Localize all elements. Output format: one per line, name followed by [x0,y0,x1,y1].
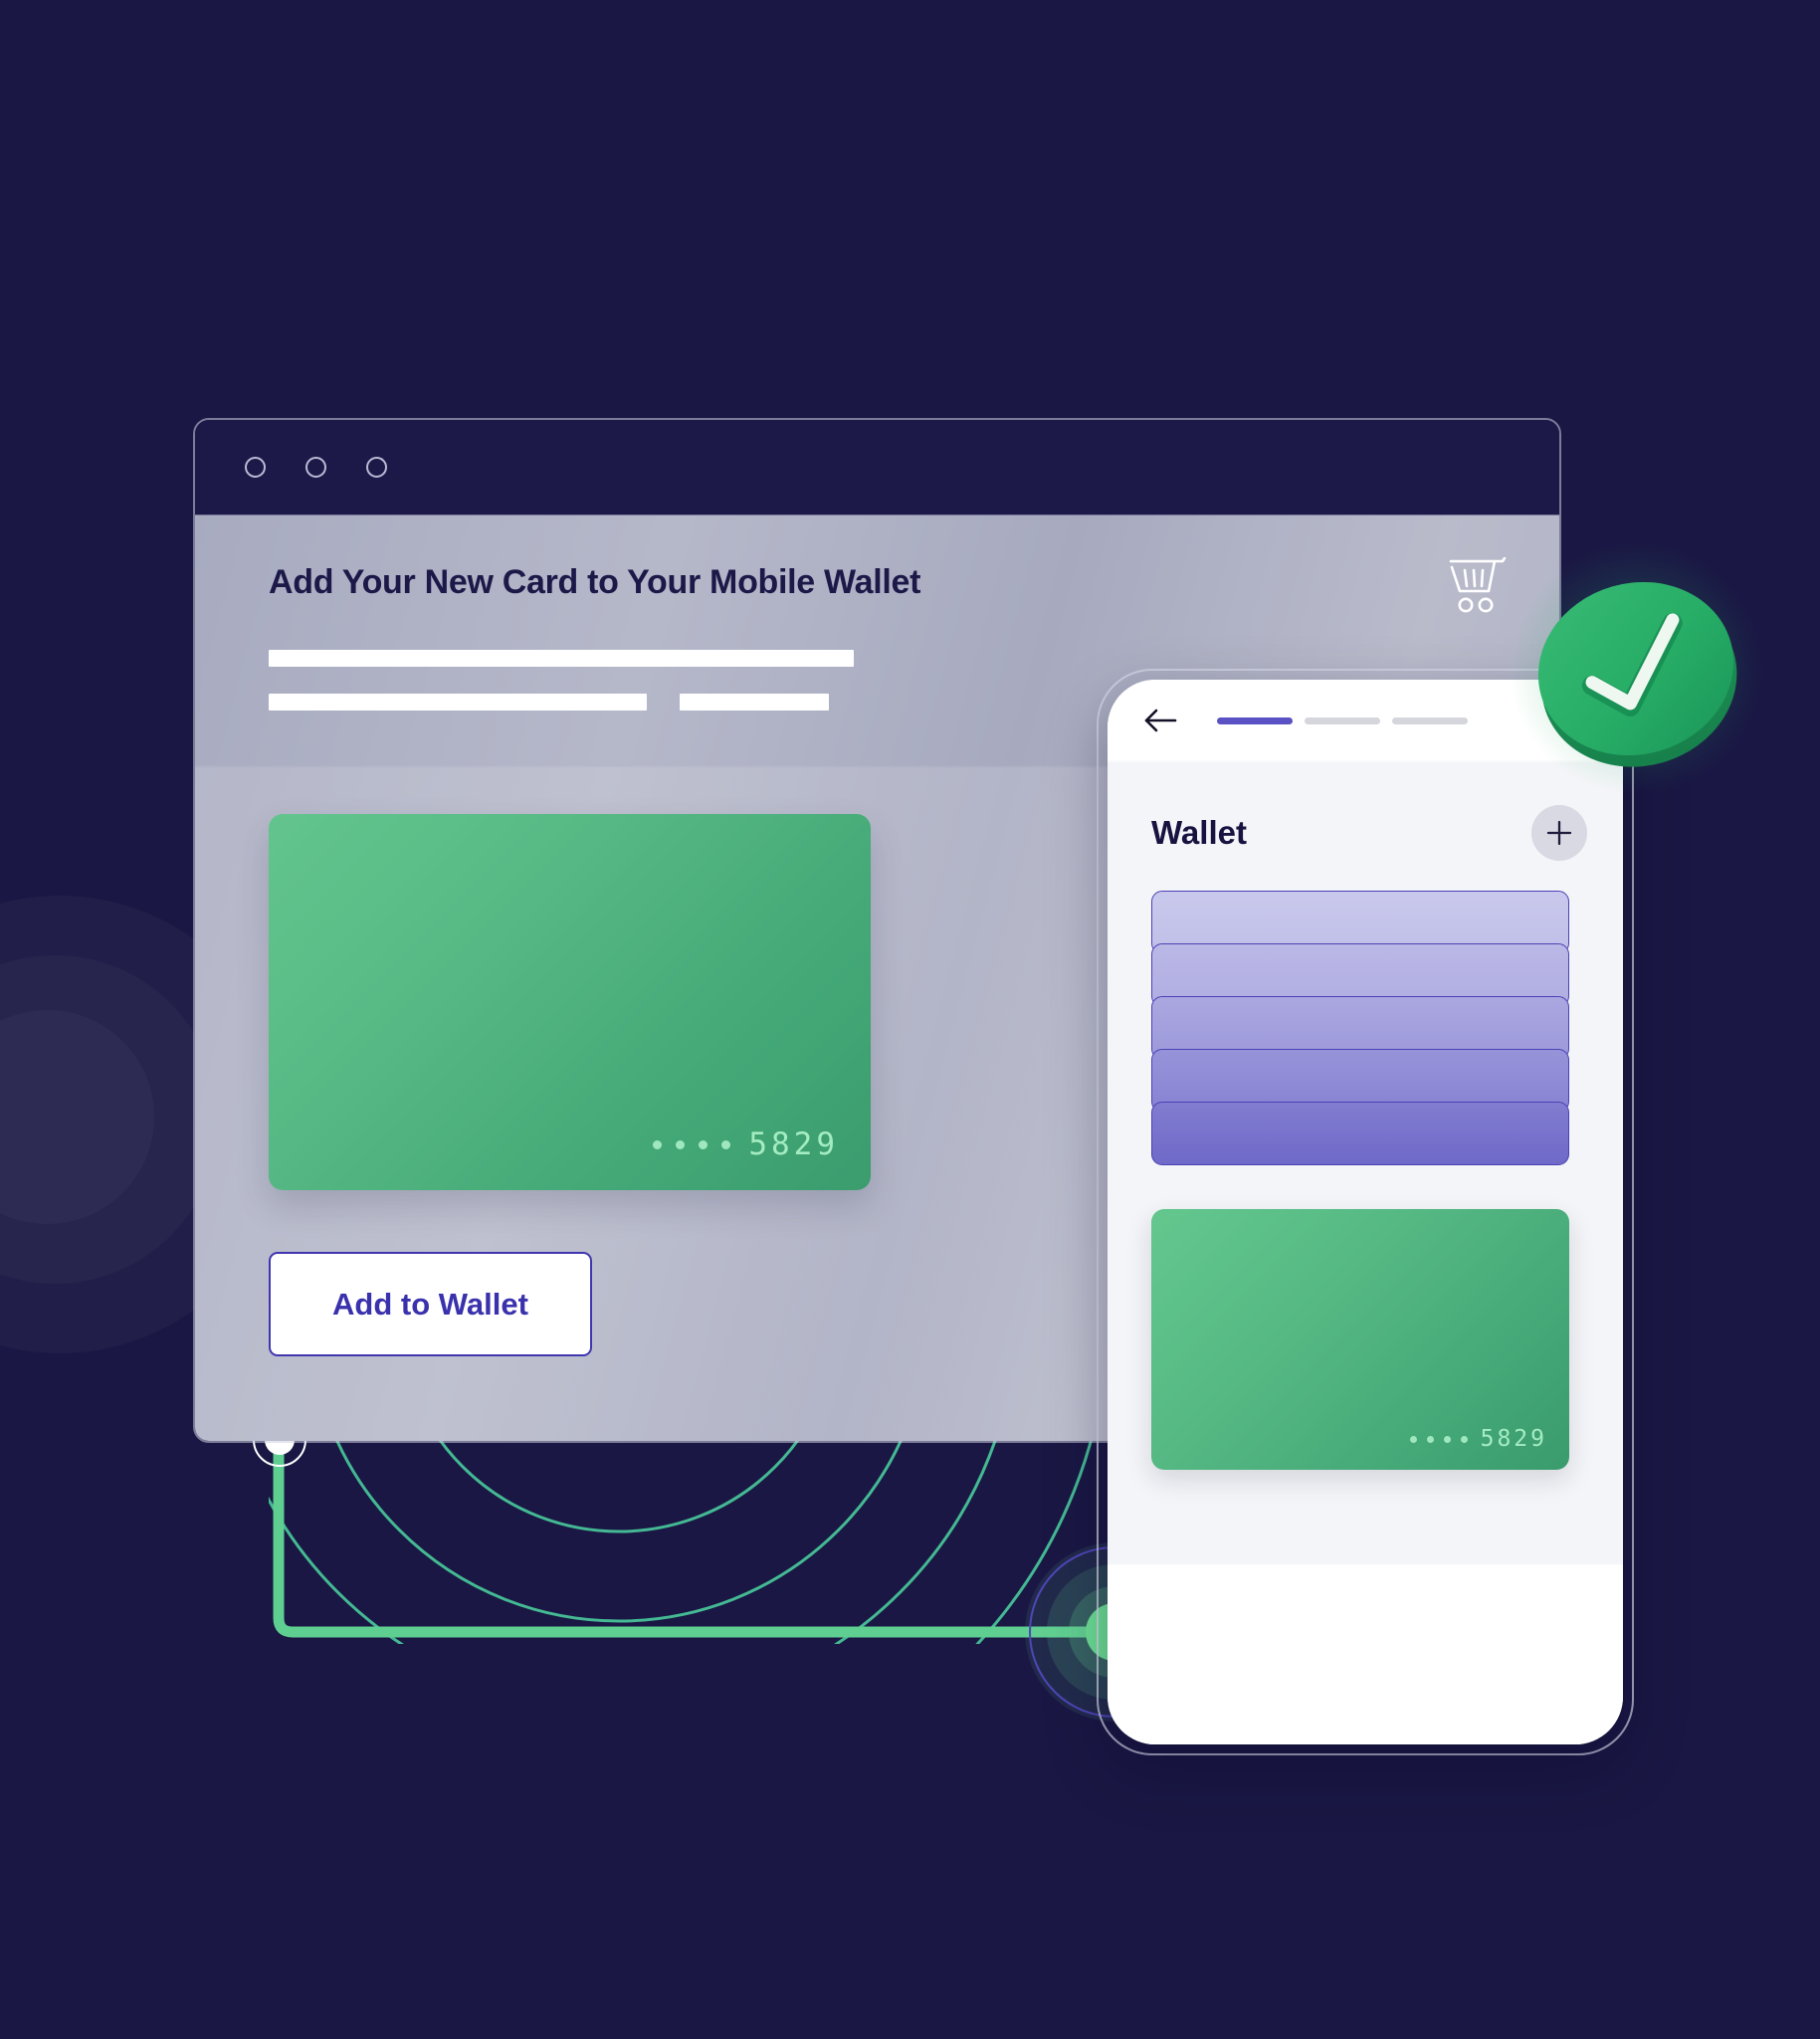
page-title: Add Your New Card to Your Mobile Wallet [269,563,921,601]
add-to-wallet-button-label: Add to Wallet [332,1286,528,1322]
skeleton-line-full [269,650,854,667]
traffic-dot-2-icon[interactable] [305,457,326,478]
progress-step-3[interactable] [1392,716,1468,724]
browser-titlebar [195,420,1559,515]
wallet-title: Wallet [1151,814,1247,851]
phone-screen: Wallet 5829 [1108,680,1623,1744]
card-last-four: 5829 [748,1126,839,1162]
traffic-dot-1-icon[interactable] [245,457,266,478]
connector-path [273,1441,1097,1638]
add-to-wallet-button[interactable]: Add to Wallet [269,1252,592,1356]
new-card-preview[interactable]: 5829 [269,814,871,1190]
skeleton-line-medium [269,694,647,711]
wallet-card-masked-dots-icon [1409,1435,1468,1443]
check-circle-badge [1537,581,1737,767]
phone-app-surface: Wallet 5829 [1108,680,1623,1744]
wallet-card-last-four: 5829 [1480,1426,1547,1452]
plus-icon [1546,820,1572,846]
wallet-card-5[interactable] [1151,1102,1569,1165]
phone-device: Wallet 5829 [1097,669,1634,1755]
shopping-cart-icon[interactable] [1448,557,1510,615]
wallet-active-card[interactable]: 5829 [1151,1209,1569,1470]
card-number-display: 5829 [653,1126,839,1162]
wallet-header: Wallet [1108,761,1623,861]
card-masked-dots-icon [653,1139,731,1149]
back-arrow-icon[interactable] [1143,708,1177,733]
wallet-card-number-display: 5829 [1409,1426,1547,1452]
progress-step-2[interactable] [1305,716,1380,724]
add-card-button[interactable] [1531,805,1587,861]
illustration-canvas: Add Your New Card to Your Mobile Wallet [0,0,1820,2039]
onboarding-progress [1217,716,1468,724]
traffic-dot-3-icon[interactable] [366,457,387,478]
progress-step-1[interactable] [1217,716,1293,724]
wallet-card-stack [1151,891,1569,1165]
skeleton-line-short [680,694,829,711]
page-header: Add Your New Card to Your Mobile Wallet [195,515,1559,615]
